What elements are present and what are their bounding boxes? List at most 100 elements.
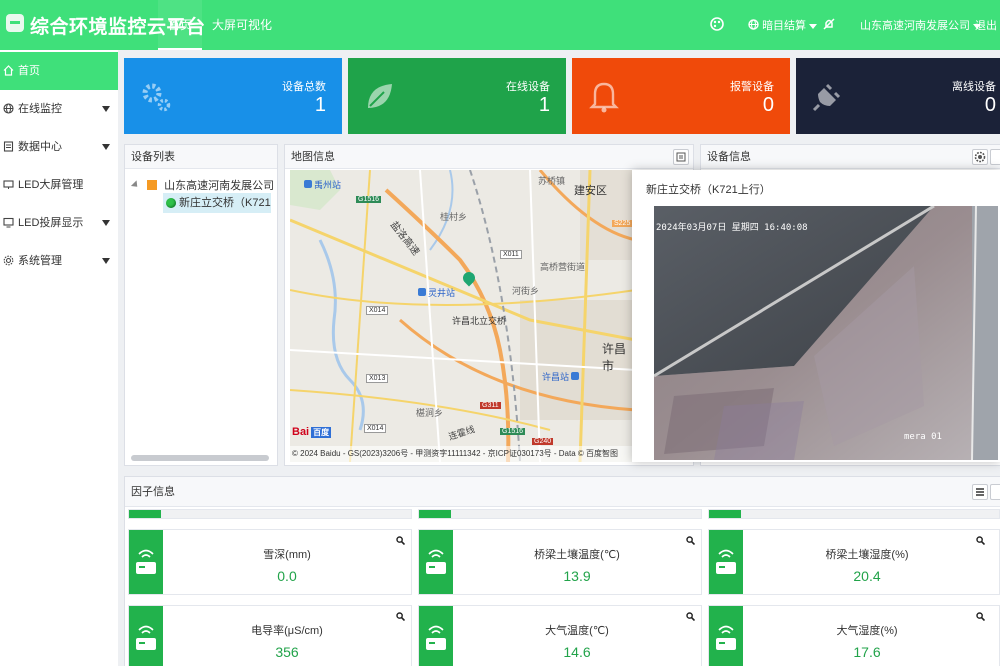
factor-value: 14.6: [563, 644, 591, 660]
factor-progress-bar: [708, 509, 1000, 519]
display-switch[interactable]: 暗目结算: [748, 17, 818, 33]
bell-icon: [589, 82, 619, 113]
chevron-down-icon: [809, 23, 818, 29]
globe-icon: [3, 103, 14, 114]
factor-name: 大气温度(℃): [545, 625, 609, 637]
sidebar-item-online-monitor[interactable]: 在线监控: [0, 90, 118, 128]
sidebar-item-led-management[interactable]: LED大屏管理: [0, 166, 118, 204]
stat-value: 1: [314, 94, 326, 116]
sidebar-item-system-management[interactable]: 系统管理: [0, 242, 118, 280]
factor-value: 17.6: [853, 644, 881, 660]
nav-home[interactable]: 首页: [158, 0, 203, 50]
map-tool-icon[interactable]: [673, 149, 689, 165]
sidebar: 首页 在线监控 数据中心 LED大屏管理 LED投屏显示 系统管理: [0, 50, 118, 666]
sensor-icon: [129, 530, 163, 594]
popup-title: 新庄立交桥（K721上行）: [646, 184, 771, 196]
device-list-title: 设备列表: [125, 145, 277, 169]
logout-button[interactable]: 退出: [975, 17, 997, 33]
grid-view-icon[interactable]: [990, 484, 1000, 500]
logo-icon: [6, 14, 24, 32]
factor-value: 356: [275, 644, 299, 660]
factor-progress-fill: [709, 510, 741, 518]
factor-card-snow-depth[interactable]: 雪深(mm) 0.0: [128, 529, 412, 595]
chevron-down-icon: [102, 220, 110, 226]
tree-node-root[interactable]: 山东高速河南发展公司: [130, 177, 274, 193]
tree-node-device[interactable]: 新庄立交桥（K721上行: [163, 193, 271, 213]
tree-expand-icon[interactable]: [130, 180, 141, 190]
camera-image: [654, 206, 998, 460]
sidebar-item-label: 在线监控: [18, 103, 62, 115]
list-view-icon[interactable]: [972, 484, 988, 500]
sidebar-item-label: 数据中心: [18, 141, 62, 153]
sensor-icon: [419, 606, 453, 666]
palette-icon[interactable]: [710, 17, 724, 31]
road-shield: X014: [366, 306, 389, 315]
factor-card-air-humidity[interactable]: 大气湿度(%) 17.6: [708, 605, 1000, 666]
station-marker-icon: [571, 372, 580, 380]
factor-card-soil-humidity[interactable]: 桥梁土壤湿度(%) 20.4: [708, 529, 1000, 595]
stat-value: 0: [984, 94, 996, 116]
map-label-xuchang: 许昌市: [602, 342, 627, 373]
map-title: 地图信息: [285, 145, 693, 169]
magnifier-icon[interactable]: [686, 612, 695, 621]
magnifier-icon[interactable]: [686, 536, 695, 545]
stat-card-online-devices: 在线设备 1: [348, 58, 566, 134]
stat-label: 在线设备: [506, 81, 550, 93]
company-menu[interactable]: 山东高速河南发展公司: [860, 17, 981, 33]
magnifier-icon[interactable]: [976, 612, 985, 621]
stat-value: 1: [538, 94, 550, 116]
company-name: 山东高速河南发展公司: [860, 20, 970, 32]
map-label-yuzhou[interactable]: 禹州站: [304, 178, 341, 191]
gears-icon: [142, 83, 171, 112]
station-marker-icon: [418, 288, 426, 296]
sidebar-item-led-projection[interactable]: LED投屏显示: [0, 204, 118, 242]
settings-gear-icon[interactable]: [972, 149, 988, 165]
sensor-icon: [709, 606, 743, 666]
online-status-icon: [166, 198, 176, 208]
sidebar-item-label: LED投屏显示: [18, 217, 84, 229]
road-shield: G1516: [500, 428, 526, 435]
image-tool-icon[interactable]: [990, 149, 1000, 165]
notification-off-icon[interactable]: [822, 17, 836, 31]
sidebar-item-home[interactable]: 首页: [0, 52, 118, 90]
stat-card-total-devices: 设备总数 1: [124, 58, 342, 134]
device-info-title: 设备信息: [701, 145, 1000, 169]
magnifier-icon[interactable]: [976, 536, 985, 545]
camera-name: mera 01: [904, 432, 942, 442]
nav-big-screen[interactable]: 大屏可视化: [202, 0, 282, 50]
chevron-down-icon: [102, 258, 110, 264]
factor-name: 桥梁土壤温度(℃): [534, 549, 620, 561]
display-switch-label: 暗目结算: [762, 20, 807, 32]
sensor-icon: [709, 530, 743, 594]
station-marker-icon: [304, 180, 312, 188]
road-shield: X011: [500, 250, 522, 259]
factor-card-soil-temperature[interactable]: 桥梁土壤温度(℃) 13.9: [418, 529, 702, 595]
map-canvas[interactable]: 禹州站 建安区 苏桥镇 桂村乡 灵井站 许昌北立交桥 河街乡 高桥营街道 许昌市…: [290, 170, 636, 462]
chevron-down-icon: [102, 106, 110, 112]
factor-progress-fill: [129, 510, 161, 518]
stat-label: 设备总数: [282, 81, 326, 93]
map-label-bridge: 许昌北立交桥: [452, 316, 507, 326]
factor-progress-fill: [419, 510, 451, 518]
map-label-xuchang-station[interactable]: 许昌站: [542, 370, 580, 383]
sidebar-item-label: LED大屏管理: [18, 179, 84, 191]
camera-snapshot[interactable]: 2024年03月07日 星期四 16:40:08 mera 01: [654, 206, 998, 460]
sidebar-item-data-center[interactable]: 数据中心: [0, 128, 118, 166]
magnifier-icon[interactable]: [396, 612, 405, 621]
map-label-suqiao: 苏桥镇: [538, 176, 566, 186]
horizontal-scrollbar[interactable]: [131, 455, 269, 461]
map-label-lingjing[interactable]: 灵井站: [418, 286, 455, 299]
device-info-popup: 新庄立交桥（K721上行） 2024年03月07日 星期四 16:40:08 m…: [632, 170, 1000, 462]
factor-card-air-temperature[interactable]: 大气温度(℃) 14.6: [418, 605, 702, 666]
factor-card-conductivity[interactable]: 电导率(μS/cm) 356: [128, 605, 412, 666]
factor-name: 电导率(μS/cm): [251, 625, 323, 637]
map-copyright: © 2024 Baidu - GS(2023)3206号 - 甲测资字11111…: [290, 446, 636, 462]
sensor-icon: [129, 606, 163, 666]
stat-label: 离线设备: [952, 81, 996, 93]
camera-timestamp: 2024年03月07日 星期四 16:40:08: [656, 223, 808, 233]
map-label-guicun: 桂村乡: [440, 212, 468, 222]
map-label: 禹州站: [314, 180, 342, 190]
magnifier-icon[interactable]: [396, 536, 405, 545]
map-label-gaoqiaoying: 高桥营街道: [540, 262, 586, 272]
map-label: 灵井站: [428, 288, 456, 298]
